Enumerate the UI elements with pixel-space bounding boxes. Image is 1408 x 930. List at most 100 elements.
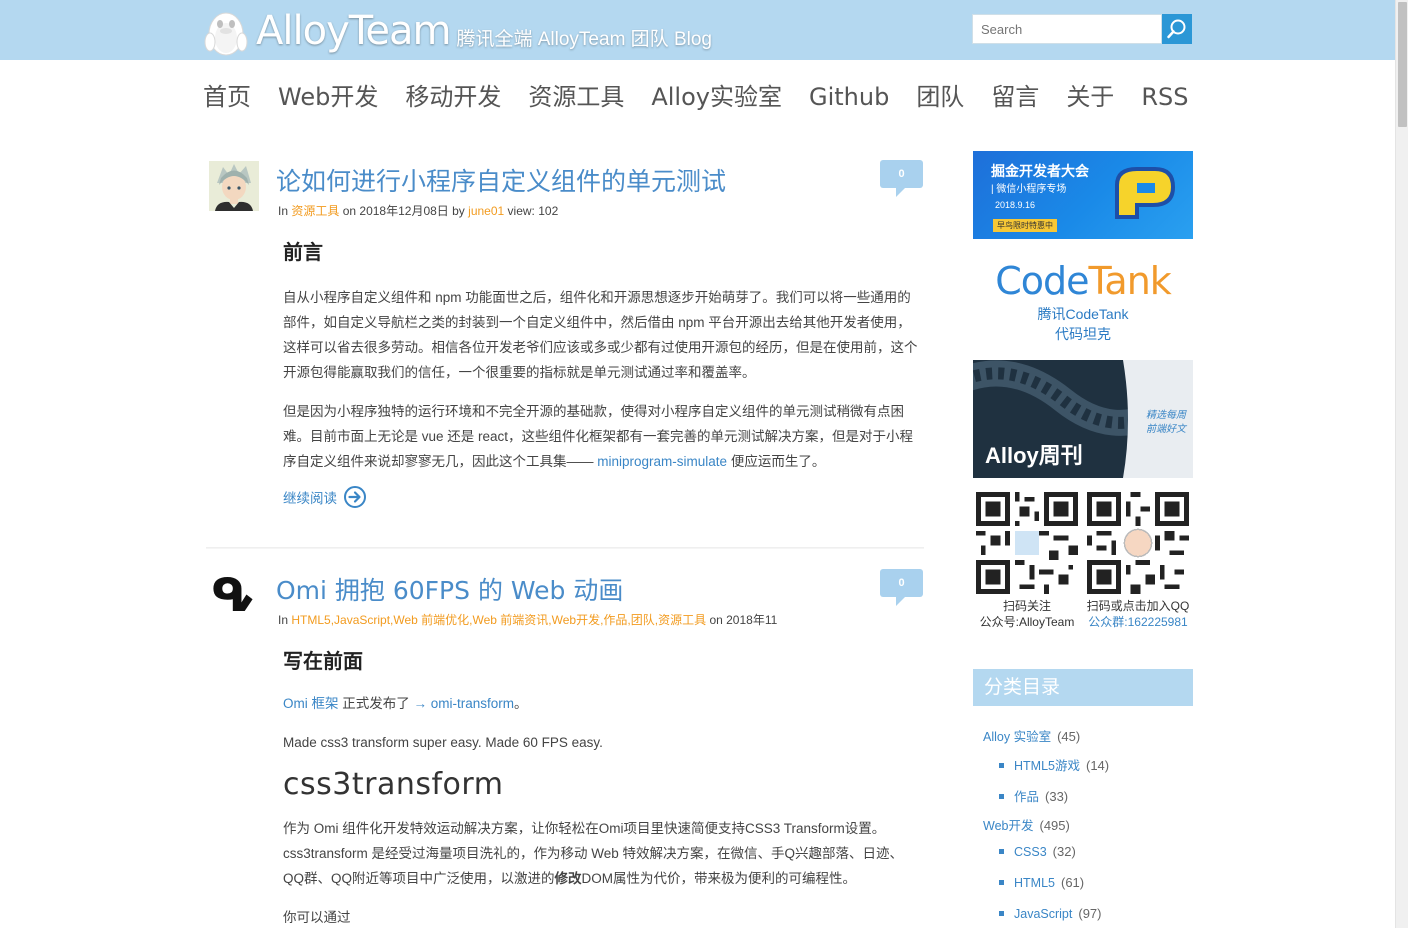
alloy-weekly-banner[interactable]: Alloy周刊 精选每周 前端好文 bbox=[973, 360, 1193, 478]
nav-item-mobile-dev[interactable]: 移动开发 bbox=[405, 80, 501, 114]
paragraph-text: DOM属性为代价，带来极为便利的可编程性。 bbox=[581, 871, 857, 886]
nav-item-github[interactable]: Github bbox=[809, 80, 889, 114]
omi-transform-link[interactable]: → omi-transform bbox=[414, 696, 515, 711]
post-title[interactable]: 论如何进行小程序自定义组件的单元测试 bbox=[276, 162, 726, 198]
category-count: (14) bbox=[1085, 758, 1110, 773]
category-item: HTML5 (61) bbox=[999, 875, 1084, 890]
search-icon bbox=[1167, 19, 1186, 39]
site-logo[interactable]: AlloyTeam 腾讯全端 AlloyTeam 团队 Blog bbox=[200, 2, 712, 60]
category-link[interactable]: 作品 bbox=[1014, 790, 1039, 804]
weekly-side-text: 精选每周 bbox=[1146, 410, 1186, 421]
paragraph-text: 正式发布了 bbox=[342, 696, 410, 711]
codetank-logo: CodeTank bbox=[973, 258, 1193, 304]
paragraph-text: 便应运而生了。 bbox=[730, 454, 826, 469]
post-article: 论如何进行小程序自定义组件的单元测试 0 In 资源工具 on 2018年12月… bbox=[206, 159, 924, 539]
post-paragraph: 你可以通过 bbox=[283, 910, 351, 925]
category-count: (45) bbox=[1057, 729, 1081, 744]
post-title[interactable]: Omi 拥抱 60FPS 的 Web 动画 bbox=[276, 571, 623, 607]
meta-in-label: In bbox=[278, 613, 289, 627]
post-author-link[interactable]: june01 bbox=[468, 204, 504, 218]
post-heading: 写在前面 bbox=[283, 651, 363, 673]
category-link[interactable]: Alloy 实验室 bbox=[983, 730, 1051, 744]
codetank-subtitle-link[interactable]: 代码坦克 bbox=[973, 324, 1193, 344]
site-tagline: 腾讯全端 AlloyTeam 团队 Blog bbox=[456, 28, 712, 50]
banner-title: 掘金开发者大会 bbox=[991, 163, 1089, 179]
logo-text: AlloyTeam bbox=[256, 8, 451, 54]
arrow-right-circle-icon bbox=[344, 486, 366, 508]
weekly-side-text: 前端好文 bbox=[1146, 424, 1186, 435]
bullet-icon bbox=[999, 880, 1004, 886]
category-count: (33) bbox=[1045, 789, 1069, 804]
css3transform-title-image: css3transform bbox=[283, 767, 504, 802]
post-excerpt: 前言 自从小程序自定义组件和 npm 功能面世之后，组件化和开源思想逐步开始萌芽… bbox=[283, 236, 923, 509]
author-avatar[interactable] bbox=[209, 161, 259, 211]
qr-caption-line: 扫码关注 bbox=[1002, 599, 1051, 613]
category-link[interactable]: HTML5游戏 bbox=[1014, 759, 1080, 773]
category-item: JavaScript (97) bbox=[999, 906, 1101, 921]
post-meta: In HTML5,JavaScript,Web 前端优化,Web 前端资讯,We… bbox=[278, 611, 777, 628]
nav-item-about[interactable]: 关于 bbox=[1066, 80, 1114, 114]
codetank-promo[interactable]: CodeTank 腾讯CodeTank 代码坦克 bbox=[973, 258, 1193, 344]
post-category-link[interactable]: 资源工具 bbox=[291, 204, 339, 218]
wechat-qr-caption: 扫码关注 公众号:AlloyTeam bbox=[968, 598, 1086, 630]
banner-badge: 早鸟限时特惠中 bbox=[993, 219, 1057, 232]
post-article: ᕴ Omi 拥抱 60FPS 的 Web 动画 0 In HTML5,JavaS… bbox=[206, 568, 924, 928]
post-meta: In 资源工具 on 2018年12月08日 by june01 view: 1… bbox=[278, 202, 558, 219]
category-item: HTML5游戏 (14) bbox=[999, 755, 1109, 774]
nav-item-tools[interactable]: 资源工具 bbox=[528, 80, 624, 114]
paragraph-text: 。 bbox=[514, 696, 528, 711]
codetank-logo-tank: Tank bbox=[1088, 259, 1171, 303]
category-link[interactable]: JavaScript bbox=[1014, 907, 1072, 921]
post-category-link[interactable]: HTML5,JavaScript,Web 前端优化,Web 前端资讯,Web开发… bbox=[291, 613, 706, 627]
weekly-title: Alloy周刊 bbox=[985, 443, 1083, 468]
category-item: Alloy 实验室 (45) bbox=[983, 726, 1080, 745]
category-count: (97) bbox=[1078, 906, 1102, 921]
comment-count-badge[interactable]: 0 bbox=[880, 569, 923, 606]
main-nav: 首页 Web开发 移动开发 资源工具 Alloy实验室 Github 团队 留言… bbox=[203, 80, 1215, 114]
category-count: (32) bbox=[1052, 844, 1076, 859]
juejin-conference-banner[interactable]: 掘金开发者大会 | 微信小程序专场 2018.9.16 早鸟限时特惠中 bbox=[973, 151, 1193, 239]
author-avatar[interactable]: ᕴ bbox=[209, 570, 259, 620]
category-count: (495) bbox=[1039, 818, 1070, 833]
categories-heading: 分类目录 bbox=[973, 669, 1193, 706]
codetank-link[interactable]: 腾讯CodeTank bbox=[973, 304, 1193, 324]
nav-item-alloy-lab[interactable]: Alloy实验室 bbox=[651, 80, 782, 114]
nav-item-guestbook[interactable]: 留言 bbox=[991, 80, 1039, 114]
qq-group-link[interactable]: 公众群:162225981 bbox=[1080, 614, 1196, 630]
category-link[interactable]: CSS3 bbox=[1014, 845, 1047, 859]
post-paragraph: 作为 Omi 组件化开发特效运动解决方案，让你轻松在Omi项目里快速简便支持CS… bbox=[283, 816, 923, 891]
search-button[interactable] bbox=[1162, 14, 1192, 44]
miniprogram-simulate-link[interactable]: miniprogram-simulate bbox=[597, 454, 727, 469]
juejin-logo-icon bbox=[1115, 167, 1176, 219]
nav-item-team[interactable]: 团队 bbox=[916, 80, 964, 114]
post-paragraph: Omi 框架 正式发布了 → omi-transform。 bbox=[283, 691, 923, 716]
paragraph-bold: 修改 bbox=[554, 871, 582, 886]
category-link[interactable]: Web开发 bbox=[983, 819, 1033, 833]
qr-caption-line: 公众号:AlloyTeam bbox=[979, 615, 1075, 629]
qq-group-qr-code-icon[interactable] bbox=[1087, 492, 1189, 594]
category-item: Web开发 (495) bbox=[983, 815, 1070, 834]
read-more-label: 继续阅读 bbox=[283, 491, 337, 506]
page-scrollbar[interactable] bbox=[1395, 0, 1408, 928]
penguin-logo-icon bbox=[204, 12, 248, 56]
post-date: on 2018年11 bbox=[709, 613, 778, 627]
search-input[interactable] bbox=[972, 14, 1162, 44]
nav-item-rss[interactable]: RSS bbox=[1141, 80, 1188, 114]
nav-item-web-dev[interactable]: Web开发 bbox=[278, 80, 378, 114]
post-paragraph: 自从小程序自定义组件和 npm 功能面世之后，组件化和开源思想逐步开始萌芽了。我… bbox=[283, 290, 918, 380]
codetank-logo-code: Code bbox=[995, 259, 1089, 303]
read-more-link[interactable]: 继续阅读 bbox=[283, 485, 923, 509]
category-item: CSS3 (32) bbox=[999, 844, 1076, 859]
category-count: (61) bbox=[1060, 875, 1085, 890]
nav-item-home[interactable]: 首页 bbox=[203, 80, 251, 114]
omi-framework-link[interactable]: Omi 框架 bbox=[283, 696, 339, 711]
comment-count-badge[interactable]: 0 bbox=[880, 160, 923, 197]
post-views: view: 102 bbox=[507, 204, 559, 218]
category-item: 作品 (33) bbox=[999, 786, 1068, 805]
post-heading: 前言 bbox=[283, 242, 323, 264]
category-link[interactable]: HTML5 bbox=[1014, 876, 1055, 890]
bullet-icon bbox=[999, 911, 1004, 917]
bullet-icon bbox=[999, 849, 1004, 855]
scrollbar-thumb[interactable] bbox=[1398, 2, 1407, 127]
post-paragraph: 但是因为小程序独特的运行环境和不完全开源的基础款，使得对小程序自定义组件的单元测… bbox=[283, 399, 923, 474]
